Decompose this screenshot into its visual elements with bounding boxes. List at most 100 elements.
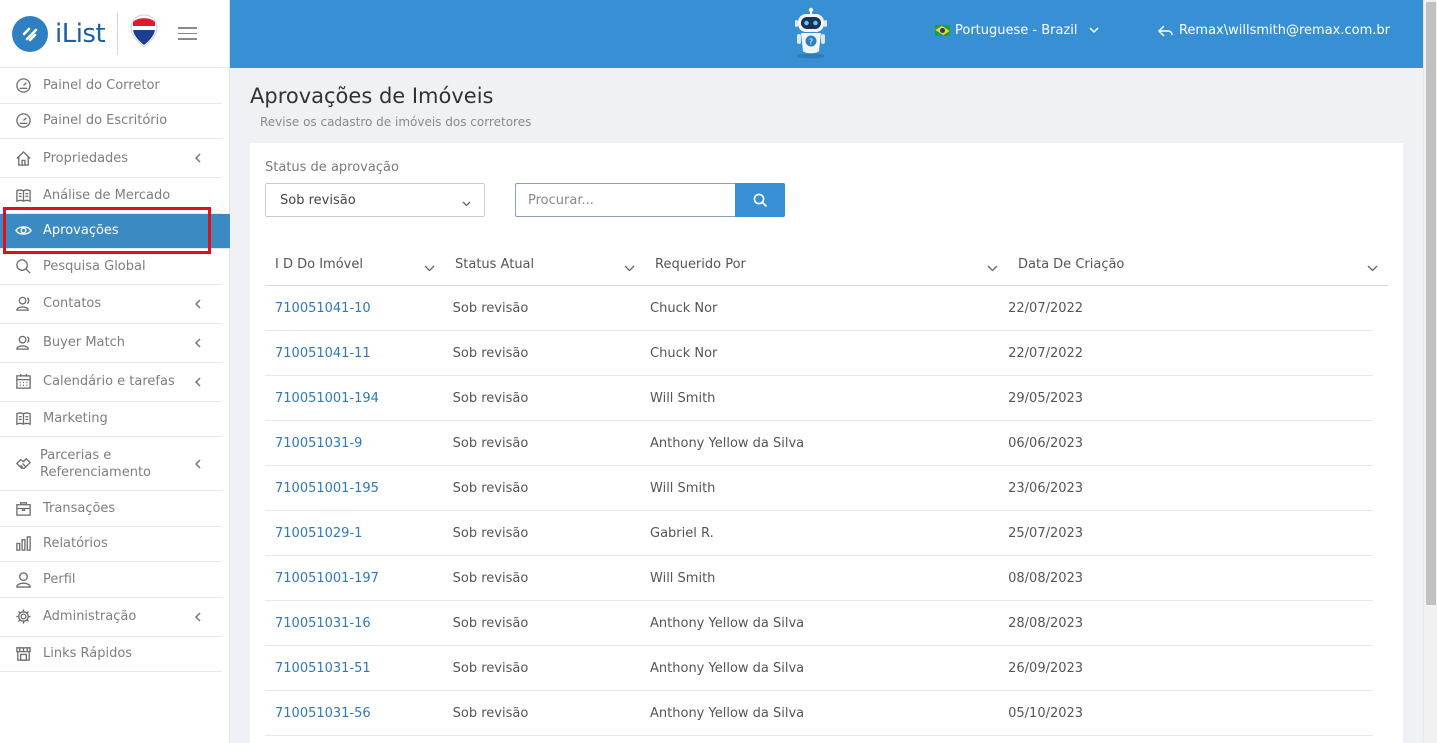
book-icon	[14, 410, 32, 428]
created-date-cell: 28/08/2023	[1008, 615, 1084, 631]
sidebar-item-label: Perfil	[43, 571, 76, 587]
sidebar-item-marketing[interactable]: Marketing	[0, 402, 222, 437]
sidebar-item-label: Links Rápidos	[43, 646, 133, 662]
status-cell: Sob revisão	[452, 570, 529, 586]
sidebar-item-perfil[interactable]: Perfil	[0, 562, 222, 598]
sidebar-item-label: Painel do Escritório	[43, 113, 168, 129]
sidebar-item-label: Marketing	[43, 411, 108, 427]
table-header: I D Do Imóvel Status Atual Requerido Por…	[265, 243, 1388, 286]
status-cell: Sob revisão	[452, 435, 529, 451]
column-header-requested-by[interactable]: Requerido Por	[645, 243, 1008, 286]
table-row: 710051031-9 Sob revisão Anthony Yellow d…	[265, 421, 1373, 466]
sidebar-item-label: Pesquisa Global	[43, 258, 146, 274]
column-header-label: Status Atual	[455, 256, 535, 272]
menu-toggle-button[interactable]	[178, 27, 198, 40]
status-cell: Sob revisão	[452, 300, 529, 316]
sidebar-item-aprovacoes[interactable]: Aprovações	[0, 213, 230, 249]
reply-arrow-icon	[1157, 24, 1173, 37]
gauge-icon	[14, 112, 32, 130]
column-header-label: Data De Criação	[1018, 256, 1125, 272]
sidebar-item-calendario[interactable]: Calendário e tarefas	[0, 363, 222, 402]
vertical-scrollbar[interactable]	[1423, 0, 1437, 743]
property-id-link[interactable]: 710051001-194	[265, 391, 443, 406]
property-id-link[interactable]: 710051031-9	[265, 436, 443, 451]
created-date-cell: 25/07/2023	[1008, 525, 1084, 541]
eye-icon	[14, 222, 32, 240]
column-header-created[interactable]: Data De Criação	[1008, 243, 1388, 286]
status-filter-select[interactable]: Sob revisão	[265, 183, 485, 217]
sidebar-item-pesquisa-global[interactable]: Pesquisa Global	[0, 249, 222, 285]
property-id-link[interactable]: 710051041-10	[265, 301, 443, 316]
column-header-id[interactable]: I D Do Imóvel	[265, 243, 445, 286]
chevron-down-icon	[624, 261, 635, 276]
created-date-cell: 26/09/2023	[1008, 660, 1084, 676]
created-date-cell: 05/10/2023	[1008, 705, 1084, 721]
property-id-link[interactable]: 710051031-16	[265, 616, 443, 631]
chevron-left-icon	[194, 611, 202, 623]
status-cell: Sob revisão	[452, 615, 529, 631]
created-date-cell: 22/07/2022	[1008, 345, 1084, 361]
property-id-link[interactable]: 710051029-1	[265, 526, 443, 541]
requested-by-cell: Anthony Yellow da Silva	[650, 615, 805, 631]
table-row: 710051001-194 Sob revisão Will Smith 29/…	[265, 376, 1373, 421]
sidebar-item-label: Relatórios	[43, 536, 108, 552]
created-date-cell: 06/06/2023	[1008, 435, 1084, 451]
approvals-table: I D Do Imóvel Status Atual Requerido Por…	[265, 243, 1388, 736]
user-account-link[interactable]: Remax\willsmith@remax.com.br	[1157, 23, 1390, 38]
sidebar-item-painel-corretor[interactable]: Painel do Corretor	[0, 68, 222, 104]
status-cell: Sob revisão	[452, 660, 529, 676]
table-row: 710051041-11 Sob revisão Chuck Nor 22/07…	[265, 331, 1373, 376]
ilist-logo-icon[interactable]	[12, 15, 48, 52]
status-cell: Sob revisão	[452, 345, 529, 361]
table-row: 710051029-1 Sob revisão Gabriel R. 25/07…	[265, 511, 1373, 556]
scrollbar-thumb[interactable]	[1426, 2, 1436, 605]
chevron-left-icon	[194, 458, 202, 470]
sidebar-item-administracao[interactable]: Administração	[0, 598, 222, 637]
contacts-icon	[14, 334, 32, 352]
chevron-down-icon	[1367, 261, 1378, 276]
sidebar-item-painel-escritorio[interactable]: Painel do Escritório	[0, 104, 222, 139]
column-header-status[interactable]: Status Atual	[445, 243, 645, 286]
sidebar-item-label: Painel do Corretor	[43, 77, 160, 93]
sidebar-item-parcerias[interactable]: Parcerias e Referenciamento	[0, 437, 222, 491]
property-id-link[interactable]: 710051001-195	[265, 481, 443, 496]
language-selector[interactable]: Portuguese - Brazil	[935, 23, 1099, 38]
chevron-left-icon	[194, 376, 202, 388]
bar-chart-icon	[14, 535, 32, 553]
sidebar-item-relatorios[interactable]: Relatórios	[0, 527, 222, 562]
chevron-down-icon	[424, 261, 435, 276]
property-id-link[interactable]: 710051031-56	[265, 706, 443, 721]
sidebar-item-transacoes[interactable]: Transações	[0, 491, 222, 527]
book-icon	[14, 186, 32, 204]
status-filter-label: Status de aprovação	[265, 160, 399, 175]
robot-assistant-icon[interactable]: ?	[787, 7, 835, 59]
sidebar-item-buyer-match[interactable]: Buyer Match	[0, 324, 222, 363]
search-input[interactable]	[515, 183, 736, 217]
chevron-left-icon	[194, 298, 202, 310]
sidebar: iList Painel do Corretor Painel do Escri…	[0, 0, 230, 743]
sidebar-item-links-rapidos[interactable]: Links Rápidos	[0, 637, 222, 672]
requested-by-cell: Will Smith	[650, 570, 716, 586]
requested-by-cell: Will Smith	[650, 390, 716, 406]
chevron-left-icon	[194, 337, 202, 349]
created-date-cell: 29/05/2023	[1008, 390, 1084, 406]
sidebar-item-propriedades[interactable]: Propriedades	[0, 139, 222, 178]
chevron-down-icon	[462, 196, 471, 211]
property-id-link[interactable]: 710051001-197	[265, 571, 443, 586]
property-id-link[interactable]: 710051041-11	[265, 346, 443, 361]
search-button[interactable]	[735, 183, 785, 217]
gauge-icon	[14, 76, 32, 94]
status-cell: Sob revisão	[452, 705, 529, 721]
brand-name[interactable]: iList	[55, 19, 106, 49]
user-icon	[14, 570, 32, 588]
language-label: Portuguese - Brazil	[955, 23, 1078, 38]
calendar-icon	[14, 373, 32, 391]
sidebar-item-label: Análise de Mercado	[43, 187, 171, 203]
requested-by-cell: Anthony Yellow da Silva	[650, 705, 805, 721]
table-row: 710051031-16 Sob revisão Anthony Yellow …	[265, 601, 1373, 646]
property-id-link[interactable]: 710051031-51	[265, 661, 443, 676]
created-date-cell: 22/07/2022	[1008, 300, 1084, 316]
sidebar-item-contatos[interactable]: Contatos	[0, 285, 222, 324]
sidebar-item-analise-mercado[interactable]: Análise de Mercado	[0, 178, 222, 214]
sidebar-item-label: Aprovações	[43, 223, 119, 239]
